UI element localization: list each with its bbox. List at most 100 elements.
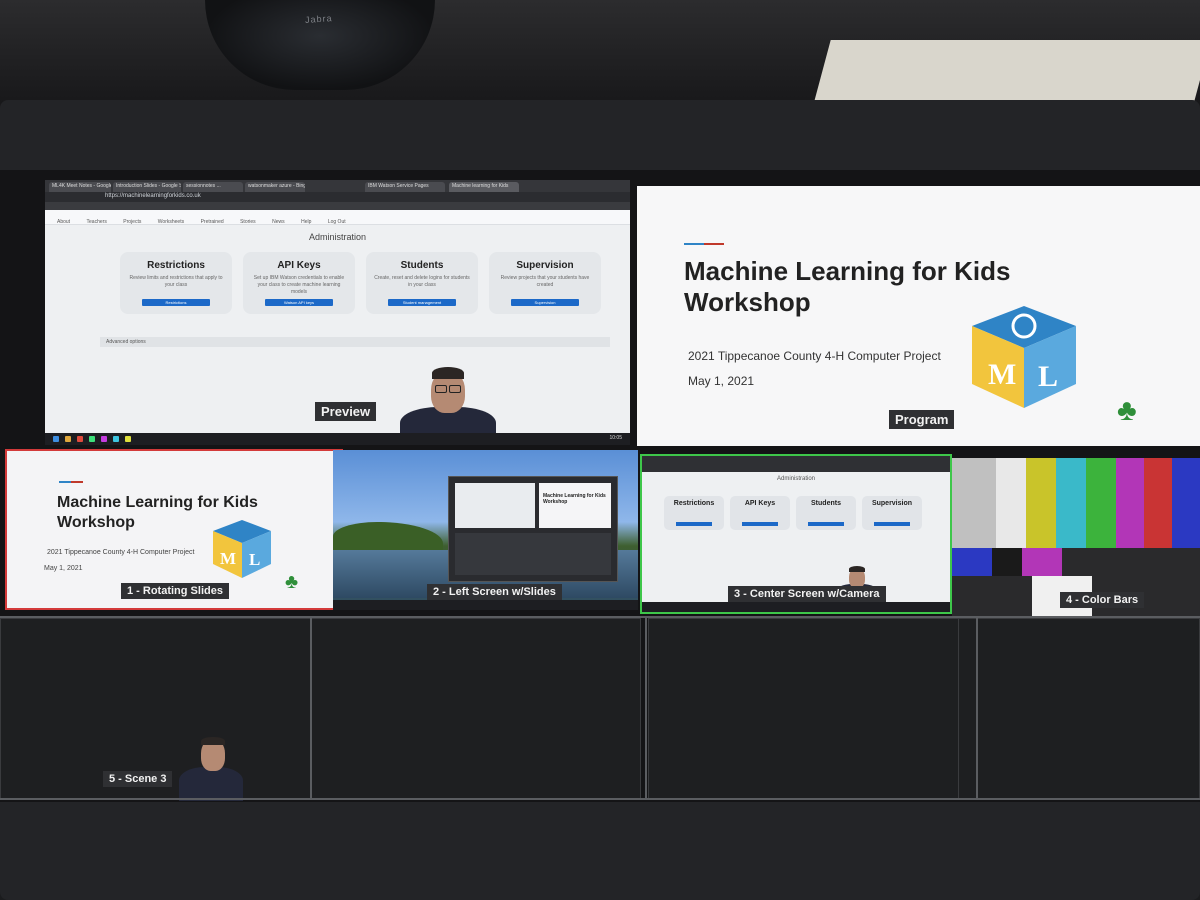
browser-tab[interactable]: sessionnotes ... bbox=[183, 182, 243, 192]
grid-divider bbox=[0, 798, 1200, 800]
chrome-icon[interactable] bbox=[77, 436, 83, 442]
windows-taskbar: 10:05 bbox=[45, 433, 630, 445]
four-h-clover-icon: ♣ bbox=[1117, 394, 1137, 427]
cube-letter-m: M bbox=[988, 358, 1016, 391]
nav-item-help[interactable]: Help bbox=[301, 215, 311, 229]
obs-program-title: Machine Learning for Kids Workshop bbox=[543, 493, 606, 505]
obs-audio-mixer bbox=[455, 533, 611, 575]
four-h-clover-icon: ♣ bbox=[285, 571, 299, 593]
student-management-button[interactable]: Student management bbox=[388, 299, 456, 306]
grid-divider bbox=[645, 616, 647, 800]
card-restrictions: Restrictions Review limits and restricti… bbox=[120, 252, 232, 314]
card-students: Students Create, reset and delete logins… bbox=[366, 252, 478, 314]
windows-taskbar bbox=[642, 602, 950, 612]
obs-preview-thumb bbox=[455, 483, 535, 528]
obs-program-thumb: Machine Learning for Kids Workshop bbox=[539, 483, 611, 528]
card-title: Supervision bbox=[871, 500, 913, 507]
card-api-keys: API Keys Set up IBM Watson credentials t… bbox=[243, 252, 355, 314]
card-description: Review projects that your students have … bbox=[500, 275, 590, 288]
card-button[interactable] bbox=[874, 522, 910, 526]
preview-label: Preview bbox=[315, 402, 377, 421]
scene-1-date: May 1, 2021 bbox=[44, 565, 83, 572]
color-bar-magenta bbox=[1116, 458, 1144, 548]
color-bar-green bbox=[1086, 458, 1116, 548]
card-api-keys: API Keys bbox=[730, 496, 790, 530]
scene-1-title: Machine Learning for Kids Workshop bbox=[57, 494, 258, 531]
color-bar-low-blue bbox=[952, 548, 992, 576]
restrictions-button[interactable]: Restrictions bbox=[142, 299, 210, 306]
browser-tab-active[interactable]: Machine learning for Kids bbox=[449, 182, 519, 192]
nav-item-news[interactable]: News bbox=[272, 215, 285, 229]
folder-icon[interactable] bbox=[65, 436, 71, 442]
card-title: Supervision bbox=[516, 260, 574, 271]
card-button[interactable] bbox=[742, 522, 778, 526]
card-restrictions: Restrictions bbox=[664, 496, 724, 530]
app-icon[interactable] bbox=[125, 436, 131, 442]
supervision-button[interactable]: Supervision bbox=[511, 299, 579, 306]
ml-cube-logo: M L bbox=[213, 520, 271, 578]
card-supervision: Supervision Review projects that your st… bbox=[489, 252, 601, 314]
grid-divider bbox=[976, 616, 978, 800]
card-students: Students bbox=[796, 496, 856, 530]
program-subtitle: 2021 Tippecanoe County 4-H Computer Proj… bbox=[688, 349, 941, 363]
vscode-icon[interactable] bbox=[113, 436, 119, 442]
card-button[interactable] bbox=[676, 522, 712, 526]
watson-api-keys-button[interactable]: Watson API keys bbox=[265, 299, 333, 306]
url-bar[interactable]: https://machinelearningforkids.co.uk bbox=[45, 192, 630, 202]
card-button[interactable] bbox=[808, 522, 844, 526]
obs-window: Machine Learning for Kids Workshop bbox=[448, 476, 618, 582]
color-bar-low-black bbox=[992, 548, 1022, 576]
card-title: Restrictions bbox=[147, 260, 205, 271]
nav-item-projects[interactable]: Projects bbox=[123, 215, 141, 229]
program-label: Program bbox=[889, 410, 955, 429]
taskbar-clock: 10:05 bbox=[609, 435, 622, 441]
scene-3-center-screen[interactable]: Administration Restrictions API Keys Stu… bbox=[640, 454, 952, 614]
cube-letter-l: L bbox=[249, 550, 260, 569]
empty-scene-slot[interactable] bbox=[311, 618, 641, 800]
start-icon[interactable] bbox=[53, 436, 59, 442]
program-date: May 1, 2021 bbox=[688, 374, 755, 388]
nav-item-worksheets[interactable]: Worksheets bbox=[158, 215, 184, 229]
card-description: Create, reset and delete logins for stud… bbox=[374, 275, 470, 288]
color-bar-cyan bbox=[1056, 458, 1086, 548]
nav-item-pretrained[interactable]: Pretrained bbox=[201, 215, 224, 229]
scene-1-rotating-slides[interactable]: Machine Learning for Kids Workshop 2021 … bbox=[5, 449, 343, 610]
empty-scene-slot[interactable] bbox=[648, 618, 978, 800]
admin-page-title: Administration bbox=[308, 232, 367, 242]
preview-panel[interactable]: ML4K Meet Notes - Google Do... Introduct… bbox=[45, 180, 630, 445]
app-nav-bar: About Teachers Projects Worksheets Pretr… bbox=[45, 210, 630, 225]
browser-tab[interactable]: IBM Watson Service Pages bbox=[365, 182, 445, 192]
browser-tab-strip: ML4K Meet Notes - Google Do... Introduct… bbox=[45, 180, 630, 192]
app-icon[interactable] bbox=[101, 436, 107, 442]
program-panel[interactable]: Machine Learning for Kids Workshop 2021 … bbox=[637, 186, 1200, 446]
nav-item-stories[interactable]: Stories bbox=[240, 215, 256, 229]
accent-line-red bbox=[704, 243, 724, 245]
accent-line-blue bbox=[684, 243, 704, 245]
scene-4-color-bars[interactable]: 4 - Color Bars bbox=[952, 458, 1200, 616]
color-bar-low-black bbox=[1062, 548, 1200, 576]
nav-item-logout[interactable]: Log Out bbox=[328, 215, 346, 229]
scene-1-subtitle: 2021 Tippecanoe County 4-H Computer Proj… bbox=[47, 549, 195, 556]
grid-divider bbox=[0, 616, 1200, 618]
accent-line-blue bbox=[59, 481, 71, 483]
nav-item-teachers[interactable]: Teachers bbox=[87, 215, 107, 229]
bookmarks-bar bbox=[45, 202, 630, 210]
advanced-options-toggle[interactable]: Advanced options bbox=[100, 337, 610, 347]
url-text[interactable]: https://machinelearningforkids.co.uk bbox=[105, 193, 201, 199]
windows-taskbar bbox=[333, 600, 638, 610]
card-title: API Keys bbox=[277, 260, 321, 271]
empty-scene-slot[interactable] bbox=[958, 618, 1200, 800]
nav-item-about[interactable]: About bbox=[57, 215, 70, 229]
browser-tab[interactable]: ML4K Meet Notes - Google Do... bbox=[49, 182, 111, 192]
color-bar-yellow bbox=[1026, 458, 1056, 548]
color-bar-white bbox=[996, 458, 1026, 548]
browser-tab[interactable]: watsonmaker azure - Bing bbox=[245, 182, 305, 192]
card-title: Students bbox=[811, 500, 841, 507]
scene-5-scene-3[interactable]: 5 - Scene 3 bbox=[0, 618, 325, 801]
grid-divider bbox=[310, 616, 312, 800]
ml-cube-logo: M L bbox=[972, 306, 1076, 408]
scene-2-left-screen[interactable]: Machine Learning for Kids Workshop 2 - L… bbox=[333, 450, 638, 610]
app-icon[interactable] bbox=[89, 436, 95, 442]
browser-tab[interactable]: Introduction Slides - Google Sl... bbox=[113, 182, 181, 192]
speaker-brand-label: Jabra bbox=[304, 13, 333, 25]
